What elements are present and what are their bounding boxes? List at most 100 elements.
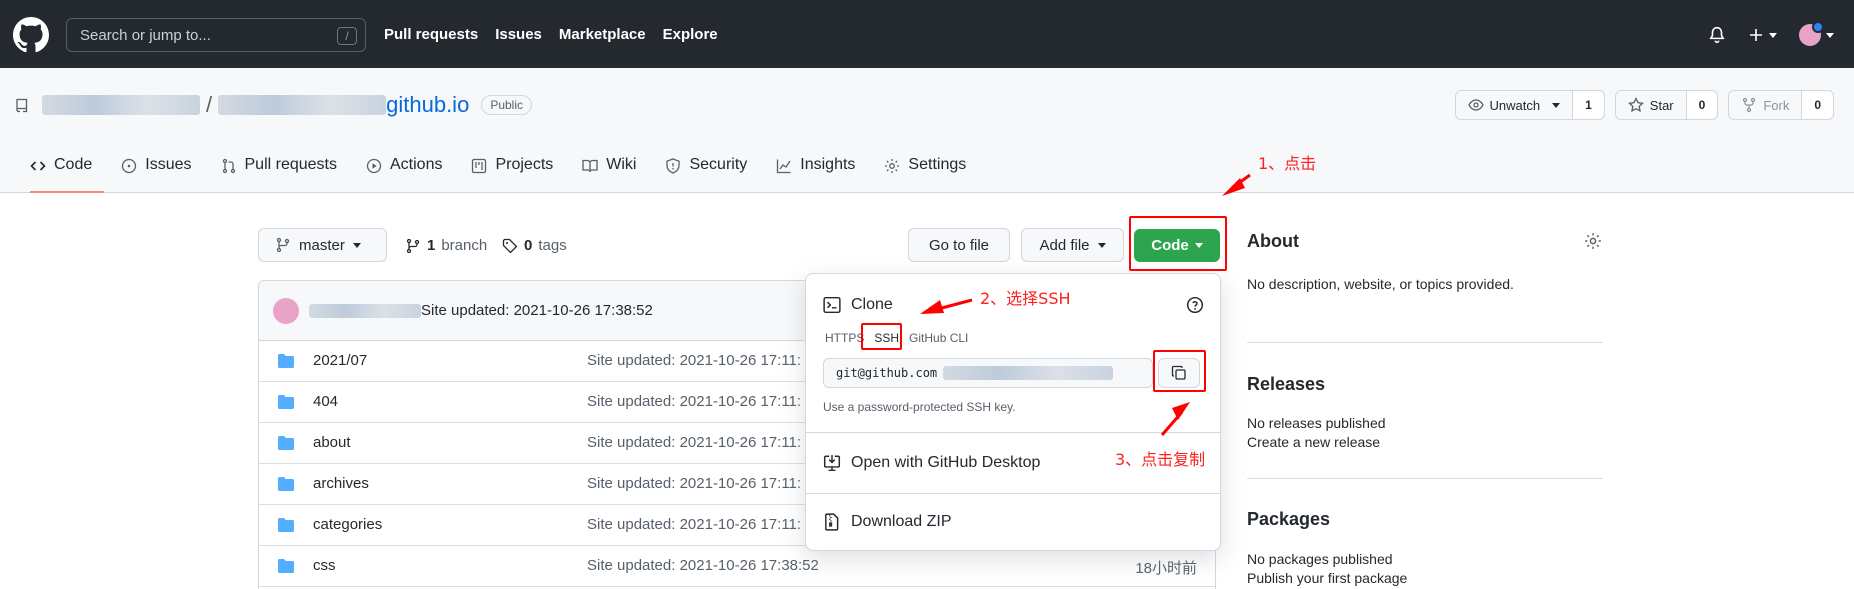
folder-icon [277,558,295,574]
clone-title: Clone [851,296,893,313]
branch-word: branch [441,237,488,254]
tab-github-cli[interactable]: GitHub CLI [907,329,970,347]
unwatch-label: Unwatch [1489,97,1541,113]
ssh-hint: Use a password-protected SSH key. [823,400,1016,414]
global-header: Search or jump to... / Pull requests Iss… [0,0,1854,68]
commit-message[interactable]: Site updated: 2021-10-26 17:38:52 [421,302,653,319]
file-commit-message[interactable]: Site updated: 2021-10-26 17:11: [587,516,801,533]
commit-author-redacted[interactable] [309,303,421,318]
unwatch-button[interactable]: Unwatch 1 [1454,90,1605,120]
book-icon [582,159,598,173]
nav-explore[interactable]: Explore [663,26,718,43]
project-icon [472,158,487,174]
file-age: 18小时前 [1135,560,1197,577]
add-file-button[interactable]: Add file [1021,228,1124,262]
plus-icon [1750,29,1762,41]
tab-pull-requests[interactable]: Pull requests [221,156,350,193]
file-commit-message[interactable]: Site updated: 2021-10-26 17:11: [587,393,801,410]
repo-actions: Unwatch 1 Star 0 Fork 0 [1454,90,1834,120]
bell-icon[interactable] [1708,26,1726,44]
about-description: No description, website, or topics provi… [1247,276,1514,292]
annotation-box-code [1129,216,1227,271]
branches-link[interactable]: 1 branch [405,237,487,254]
github-logo-icon[interactable] [13,17,49,53]
nav-issues[interactable]: Issues [495,26,542,43]
nav-pull-requests[interactable]: Pull requests [384,26,478,43]
branch-name: master [299,236,345,254]
tab-insights[interactable]: Insights [776,156,867,193]
fork-button[interactable]: Fork 0 [1728,90,1834,120]
file-commit-message[interactable]: Site updated: 2021-10-26 17:38:52 [587,557,819,574]
file-name[interactable]: archives [313,475,369,492]
search-shortcut-badge: / [337,27,357,45]
star-count[interactable]: 0 [1686,91,1718,119]
gear-icon[interactable] [1584,232,1602,250]
question-icon[interactable] [1186,296,1204,314]
git-branch-icon [276,237,290,253]
chevron-down-icon [1552,102,1561,108]
annotation-box-copy [1153,350,1206,392]
avatar [1799,21,1824,46]
file-commit-message[interactable]: Site updated: 2021-10-26 17:11: [587,475,801,492]
tab-security[interactable]: Security [665,156,759,193]
packages-empty-text: No packages published [1247,551,1393,567]
tab-issues[interactable]: Issues [121,156,203,193]
folder-icon [277,435,295,451]
star-icon [1627,97,1644,113]
publish-package-link[interactable]: Publish your first package [1247,570,1407,586]
tab-code[interactable]: Code [30,156,105,193]
branch-count: 1 [427,237,436,254]
watch-count[interactable]: 1 [1573,91,1604,119]
divider [806,432,1220,433]
tag-count: 0 [524,237,533,254]
file-name[interactable]: about [313,434,351,451]
git-pull-request-icon [222,158,235,174]
repo-name-redacted[interactable] [218,95,387,115]
tab-https[interactable]: HTTPS [823,329,866,347]
nav-marketplace[interactable]: Marketplace [559,26,646,43]
open-with-desktop-item[interactable]: Open with GitHub Desktop [823,454,1040,472]
tags-link[interactable]: 0 tags [502,237,567,254]
go-to-file-button[interactable]: Go to file [908,228,1010,262]
chevron-down-icon [1769,32,1777,38]
user-menu[interactable] [1799,21,1834,46]
annotation-step1: 1、点击 [1258,154,1317,173]
fork-count[interactable]: 0 [1802,91,1833,119]
tab-projects[interactable]: Projects [471,156,565,193]
create-release-link[interactable]: Create a new release [1247,434,1380,450]
file-commit-message[interactable]: Site updated: 2021-10-26 17:11: [587,434,801,451]
tab-wiki[interactable]: Wiki [582,156,648,193]
file-name[interactable]: 2021/07 [313,352,367,369]
create-new-dropdown[interactable] [1748,27,1777,43]
gear-icon [885,159,900,173]
code-icon [30,161,46,171]
branch-select-button[interactable]: master [258,228,387,262]
file-name[interactable]: css [313,557,336,574]
fork-icon [1743,97,1756,113]
tab-actions[interactable]: Actions [366,156,454,193]
releases-section: Releases [1247,374,1603,395]
folder-icon [277,394,295,410]
repo-name[interactable]: github.io [386,92,469,118]
clone-url-prefix: git@github.com [836,366,938,380]
star-label: Star [1649,97,1674,113]
star-button[interactable]: Star 0 [1614,90,1719,120]
download-zip-item[interactable]: Download ZIP [823,513,952,531]
play-icon [366,158,382,174]
file-name[interactable]: categories [313,516,382,533]
repo-title: / github.io Public [14,92,532,118]
tab-settings[interactable]: Settings [884,156,978,193]
table-row: css Site updated: 2021-10-26 17:38:52 18… [259,546,1215,587]
releases-title[interactable]: Releases [1247,374,1603,395]
clone-url-redacted [943,366,1114,380]
owner-name-redacted[interactable] [42,95,200,115]
clone-header: Clone [823,296,893,314]
clone-url-input[interactable]: git@github.com [823,358,1153,388]
search-input[interactable]: Search or jump to... / [66,18,366,52]
file-name[interactable]: 404 [313,393,338,410]
chevron-down-icon [1826,32,1834,38]
avatar[interactable] [273,297,299,324]
packages-title[interactable]: Packages [1247,509,1603,530]
chevron-down-icon [352,242,361,248]
file-commit-message[interactable]: Site updated: 2021-10-26 17:11: [587,352,801,369]
